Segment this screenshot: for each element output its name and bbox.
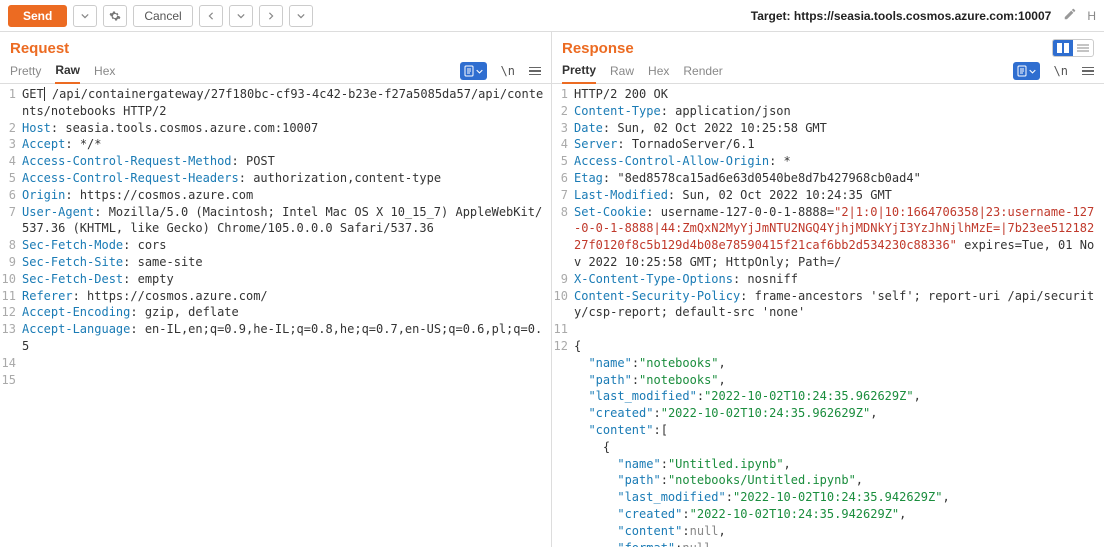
chevron-left-icon [207, 12, 215, 20]
code-line: "format":null, [552, 540, 1104, 547]
code-line: 11 [552, 321, 1104, 338]
tab-hex[interactable]: Hex [648, 60, 669, 83]
code-line: "last_modified":"2022-10-02T10:24:35.942… [552, 489, 1104, 506]
next-button[interactable] [259, 5, 283, 27]
code-line: 10Sec-Fetch-Dest: empty [0, 271, 551, 288]
response-panel: Response Pretty Raw Hex Render [552, 32, 1104, 547]
code-line: 6Etag: "8ed8578ca15ad6e63d0540be8d7b4279… [552, 170, 1104, 187]
code-line: 11Referer: https://cosmos.azure.com/ [0, 288, 551, 305]
response-viewer[interactable]: 1HTTP/2 200 OK2Content-Type: application… [552, 84, 1104, 547]
code-line: "content":null, [552, 523, 1104, 540]
chevron-down-icon [297, 12, 305, 20]
code-line: "name":"notebooks", [552, 355, 1104, 372]
toolbar: Send Cancel Target: https://seasia.tools… [0, 0, 1104, 32]
http-version-label: H [1087, 9, 1096, 23]
code-line: { [552, 439, 1104, 456]
document-icon [464, 65, 474, 77]
edit-target-button[interactable] [1063, 7, 1077, 24]
code-line: 2Content-Type: application/json [552, 103, 1104, 120]
request-panel: Request Pretty Raw Hex \n 1GET /api/cont… [0, 32, 552, 547]
response-subtabs: Pretty Raw Hex Render \n [552, 57, 1104, 84]
code-line: 2Host: seasia.tools.cosmos.azure.com:100… [0, 120, 551, 137]
code-line: 6Origin: https://cosmos.azure.com [0, 187, 551, 204]
layout-toggle[interactable] [1052, 39, 1094, 57]
gear-icon [109, 10, 121, 22]
code-line: 14 [0, 355, 551, 372]
code-line: "path":"notebooks", [552, 372, 1104, 389]
code-line: "created":"2022-10-02T10:24:35.942629Z", [552, 506, 1104, 523]
code-line: 1GET /api/containergateway/27f180bc-cf93… [0, 86, 551, 120]
tab-raw[interactable]: Raw [55, 59, 80, 84]
document-icon [1017, 65, 1027, 77]
next-dropdown-button[interactable] [289, 5, 313, 27]
request-editor[interactable]: 1GET /api/containergateway/27f180bc-cf93… [0, 84, 551, 547]
prev-dropdown-button[interactable] [229, 5, 253, 27]
target-label: Target: https://seasia.tools.cosmos.azur… [751, 9, 1052, 23]
code-line: "path":"notebooks/Untitled.ipynb", [552, 472, 1104, 489]
code-line: 1HTTP/2 200 OK [552, 86, 1104, 103]
code-line: 5Access-Control-Request-Headers: authori… [0, 170, 551, 187]
request-menu-button[interactable] [529, 67, 541, 76]
send-dropdown-button[interactable] [73, 5, 97, 27]
settings-button[interactable] [103, 5, 127, 27]
code-line: 15 [0, 372, 551, 389]
code-line: 10Content-Security-Policy: frame-ancesto… [552, 288, 1104, 322]
code-line: 7Last-Modified: Sun, 02 Oct 2022 10:24:3… [552, 187, 1104, 204]
tab-pretty[interactable]: Pretty [562, 59, 596, 84]
code-line: "created":"2022-10-02T10:24:35.962629Z", [552, 405, 1104, 422]
layout-single-icon [1073, 40, 1093, 56]
code-line: 4Access-Control-Request-Method: POST [0, 153, 551, 170]
code-line: 7User-Agent: Mozilla/5.0 (Macintosh; Int… [0, 204, 551, 238]
tab-pretty[interactable]: Pretty [10, 60, 41, 83]
code-line: 9Sec-Fetch-Site: same-site [0, 254, 551, 271]
code-line: 9X-Content-Type-Options: nosniff [552, 271, 1104, 288]
code-line: 8Sec-Fetch-Mode: cors [0, 237, 551, 254]
code-line: 3Accept: */* [0, 136, 551, 153]
code-line: "content":[ [552, 422, 1104, 439]
code-line: 4Server: TornadoServer/6.1 [552, 136, 1104, 153]
newline-toggle[interactable]: \n [501, 64, 515, 78]
code-line: 12Accept-Encoding: gzip, deflate [0, 304, 551, 321]
code-line: "name":"Untitled.ipynb", [552, 456, 1104, 473]
request-subtabs: Pretty Raw Hex \n [0, 57, 551, 84]
cancel-button[interactable]: Cancel [133, 5, 192, 27]
code-line: "last_modified":"2022-10-02T10:24:35.962… [552, 388, 1104, 405]
chevron-right-icon [267, 12, 275, 20]
code-line: 3Date: Sun, 02 Oct 2022 10:25:58 GMT [552, 120, 1104, 137]
send-button[interactable]: Send [8, 5, 67, 27]
code-line: 5Access-Control-Allow-Origin: * [552, 153, 1104, 170]
tab-hex[interactable]: Hex [94, 60, 115, 83]
view-mode-chip[interactable] [1013, 62, 1040, 80]
response-menu-button[interactable] [1082, 67, 1094, 76]
layout-split-icon [1053, 40, 1073, 56]
prev-button[interactable] [199, 5, 223, 27]
code-line: 8Set-Cookie: username-127-0-0-1-8888="2|… [552, 204, 1104, 271]
tab-raw[interactable]: Raw [610, 60, 634, 83]
chevron-down-icon [81, 12, 89, 20]
code-line: 12{ [552, 338, 1104, 355]
newline-toggle[interactable]: \n [1054, 64, 1068, 78]
view-mode-chip[interactable] [460, 62, 487, 80]
code-line: 13Accept-Language: en-IL,en;q=0.9,he-IL;… [0, 321, 551, 355]
request-title: Request [0, 32, 551, 57]
response-title: Response [552, 32, 1048, 57]
tab-render[interactable]: Render [683, 60, 722, 83]
chevron-down-icon [476, 68, 483, 75]
pencil-icon [1063, 7, 1077, 21]
chevron-down-icon [237, 12, 245, 20]
chevron-down-icon [1029, 68, 1036, 75]
